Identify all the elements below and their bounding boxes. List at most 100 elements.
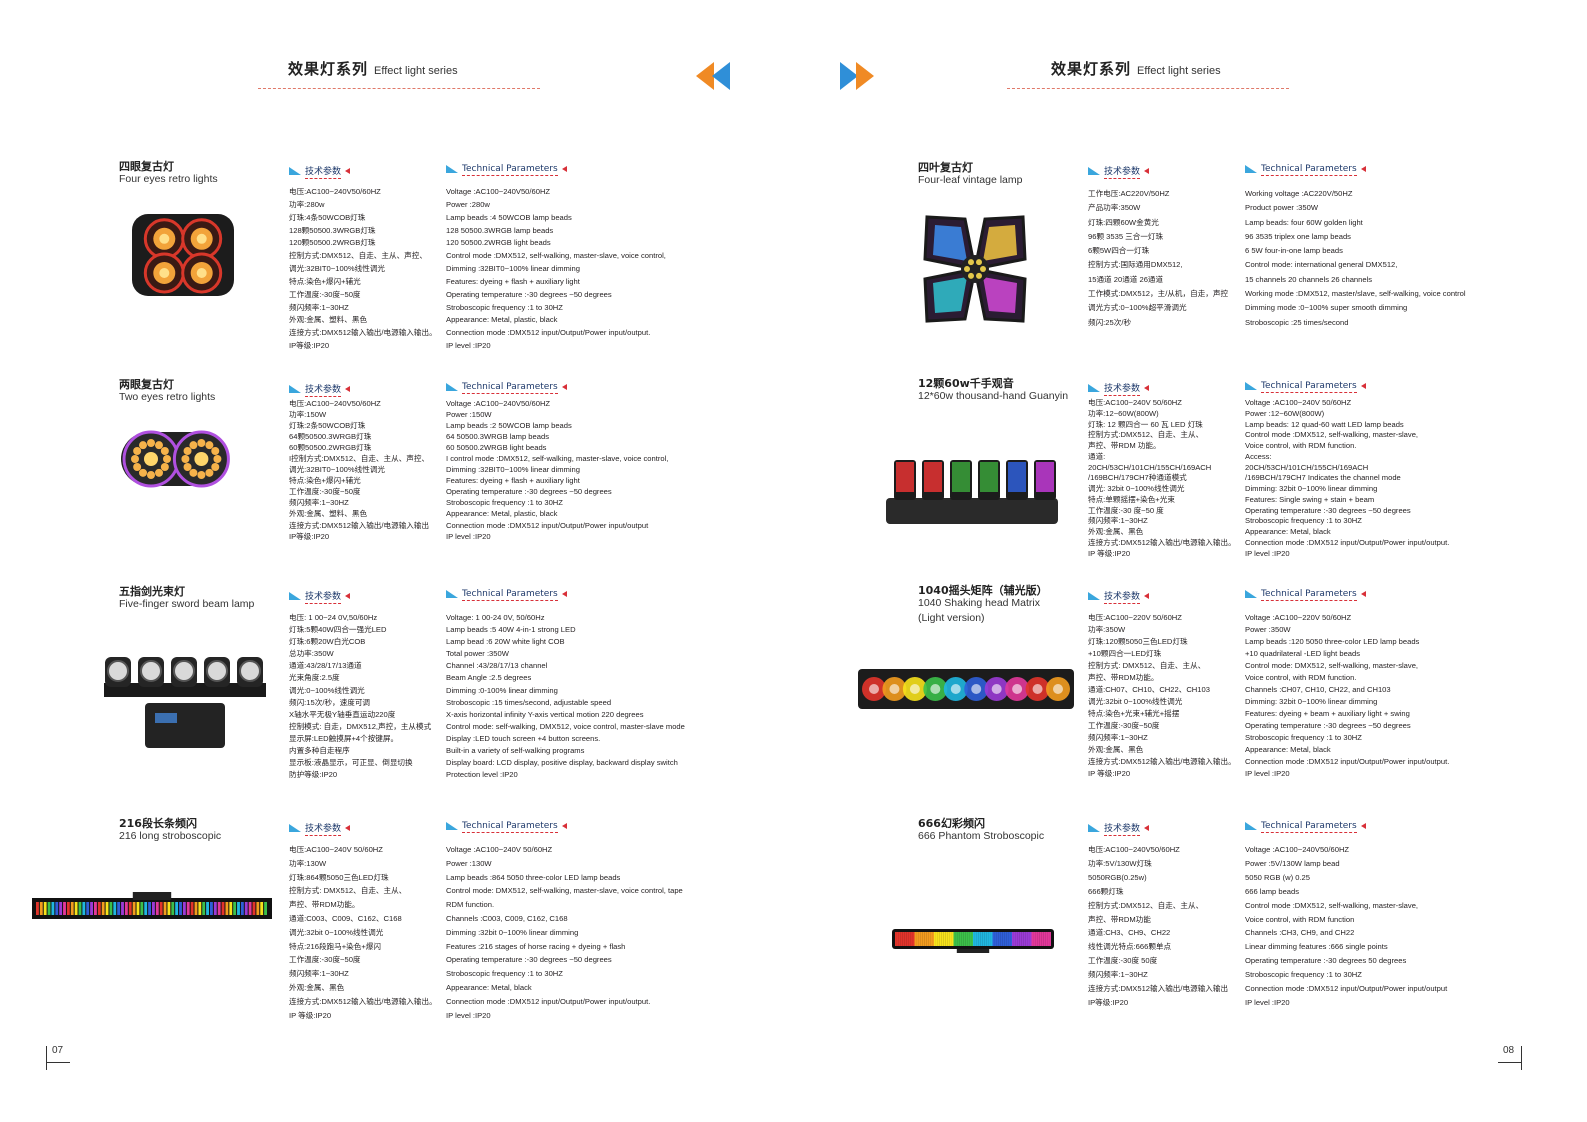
param-line: 调光:32BIT0~100%线性调光 — [289, 465, 386, 475]
param-line: +10 quadrilateral -LED light beads — [1245, 649, 1361, 658]
label-triangle-icon — [289, 166, 301, 175]
param-line: Connection mode :DMX512 input/Output/Pow… — [446, 328, 651, 338]
param-line: IP等级:IP20 — [289, 341, 330, 351]
param-line: 连接方式:DMX512输入输出/电源输入输出。 — [1088, 537, 1236, 547]
param-line: Power :5V/130W lamp bead — [1245, 858, 1340, 868]
fast-forward-double-arrow-icon[interactable] — [838, 60, 874, 92]
param-line: 工作温度:-30度 50度 — [1088, 956, 1158, 966]
param-line: 调光:32bit 0~100%线性调光 — [289, 927, 384, 937]
product-photo — [892, 925, 1054, 959]
label-text: Technical Parameters — [1261, 164, 1357, 176]
param-line: 声控、带RDM功能。 — [289, 900, 360, 910]
param-line: I control mode :DMX512, self-walking, ma… — [446, 454, 669, 464]
params-cn: 电压:AC100~240V 50/60HZ 功率:130W 灯珠:864颗5050三… — [289, 843, 437, 1022]
label-arrow-icon — [345, 385, 351, 392]
param-line: Lamp beads: 12 quad-60 watt LED lamp bea… — [1245, 419, 1404, 429]
page-number-left: 07 — [52, 1045, 64, 1056]
label-arrow-icon — [345, 592, 351, 599]
param-line: Channels :C003, C009, C162, C168 — [446, 913, 568, 923]
param-line: 控制方式: DMX512、自走、主从、 — [1088, 661, 1206, 670]
param-line: 频闪频率:1~30HZ — [289, 969, 349, 979]
param-line: 频闪频率:1~30HZ — [1088, 970, 1148, 980]
param-line: 60 50500.2WRGB light beads — [446, 443, 547, 453]
label-text: 技术参数 — [305, 167, 342, 179]
label-triangle-icon — [1245, 165, 1257, 173]
param-line: 功率:12~60W(800W) — [1088, 408, 1159, 418]
param-line: 控制方式:国际通用DMX512, — [1088, 260, 1183, 270]
label-triangle-icon — [1088, 383, 1100, 392]
tech-params-label-en: Technical Parameters — [1245, 164, 1366, 178]
param-line: 调光:0~100%线性调光 — [289, 685, 365, 695]
product-photo — [100, 645, 270, 759]
param-line: Stroboscopic :15 times/second, adjustabl… — [446, 697, 612, 707]
param-line: Voice control, with RDM function. — [1245, 673, 1357, 682]
param-line: 声控、带RDM功能。 — [1088, 673, 1159, 682]
param-line: Beam Angle :2.5 degrees — [446, 673, 532, 683]
param-line: 控制方式: DMX512、自走、主从、 — [289, 886, 407, 896]
param-line: Operating temperature :-30 degrees ~50 d… — [446, 955, 612, 965]
param-line: Power :150W — [446, 410, 492, 420]
param-line: Linear dimming features :666 single poin… — [1245, 942, 1388, 952]
params-cn: 电压:AC100~240V50/60HZ 功率:150W 灯珠:2条50WCOB灯珠… — [289, 398, 429, 542]
param-line: Voltage: 1 00-24 0V, 50/60Hz — [446, 613, 545, 622]
param-line: 工作温度:-30度~50度 — [289, 487, 361, 497]
param-line: 频闪:15次/秒，速度可调 — [289, 697, 371, 707]
param-line: 工作温度:-30 度~50 度 — [1088, 505, 1164, 515]
param-line: Features: dyeing + beam + auxiliary ligh… — [1245, 709, 1410, 718]
param-line: 防护等级:IP20 — [289, 770, 338, 780]
product-photo — [882, 450, 1062, 534]
param-line: Connection mode :DMX512 input/Output/Pow… — [1245, 537, 1450, 547]
params-en: Voltage :AC100~240V50/60HZ Power :5V/130W… — [1245, 843, 1447, 1010]
param-line: 64颗50500.3WRGB灯珠 — [289, 432, 372, 442]
tech-params-label-en: Technical Parameters — [1245, 589, 1366, 603]
param-line: 电压:AC100~240V50/60HZ — [289, 187, 381, 196]
header-title-en: Effect light series — [374, 65, 458, 77]
param-line: 特点:染色+光束+辅光+摇摆 — [1088, 709, 1180, 718]
param-line: Appearance: Metal, plastic, black — [446, 509, 558, 519]
label-triangle-icon — [1245, 382, 1257, 390]
param-line: Operating temperature :-30 degrees ~50 d… — [446, 289, 612, 299]
params-en: Voltage :AC100~240V 50/60HZ Power :130W La… — [446, 843, 683, 1022]
param-line: 频闪频率:1~30HZ — [1088, 733, 1148, 742]
label-text: 技术参数 — [1104, 592, 1141, 604]
param-line: 20CH/53CH/101CH/155CH/169ACH — [1245, 462, 1369, 472]
params-en: Voltage: 1 00-24 0V, 50/60Hz Lamp beads :… — [446, 612, 685, 781]
param-line: 功率:130W — [289, 858, 327, 868]
param-line: 调光方式:0~100%超平滑调光 — [1088, 303, 1187, 313]
param-line: 声控、带RDM 功能。 — [1088, 441, 1161, 450]
label-text: Technical Parameters — [462, 589, 558, 601]
param-line: Lamp beads :2 50WCOB lamp beads — [446, 421, 572, 431]
param-line: Working mode :DMX512, master/slave, self… — [1245, 289, 1466, 299]
param-line: Connection mode :DMX512 input/Output/Pow… — [446, 996, 651, 1006]
label-text: Technical Parameters — [1261, 381, 1357, 393]
label-arrow-icon — [561, 384, 567, 390]
param-line: 电压:AC100~240V 50/60HZ — [289, 845, 383, 854]
rewind-double-arrow-icon[interactable] — [696, 60, 732, 92]
param-line: Appearance: Metal, black — [1245, 527, 1331, 536]
param-line: 线性调光特点:666颗单点 — [1088, 942, 1172, 952]
param-line: 控制模式: 自走，DMX512,声控，主从模式 — [289, 721, 432, 731]
label-arrow-icon — [1360, 166, 1366, 172]
param-line: 连接方式:DMX512输入输出/电源输入输出。 — [289, 996, 437, 1006]
param-line: Control mode: DMX512, self-walking, mast… — [446, 886, 683, 896]
label-arrow-icon — [1360, 591, 1366, 597]
label-text: Technical Parameters — [462, 382, 558, 394]
tech-params-label-cn: 技术参数 — [1088, 589, 1150, 604]
param-line: Features: dyeing + flash + auxiliary lig… — [446, 276, 580, 286]
product-name-en: Two eyes retro lights — [119, 391, 216, 403]
params-cn: 电压:AC100~240V 50/60HZ 功率:12~60W(800W) 灯珠: … — [1088, 398, 1236, 559]
params-cn: 电压:AC100~240V50/60HZ 功率:280w 灯珠:4条50WCOB灯珠… — [289, 186, 437, 353]
header-title-en: Effect light series — [1137, 65, 1221, 77]
param-line: Channels :CH07, CH10, CH22, and CH103 — [1245, 685, 1391, 694]
param-line: 96 3535 triplex one lamp beads — [1245, 231, 1351, 241]
param-line: Control mode :DMX512, self-walking, mast… — [1245, 430, 1419, 440]
tech-params-label-cn: 技术参数 — [1088, 821, 1150, 836]
param-line: 15 channels 20 channels 26 channels — [1245, 274, 1373, 284]
product-name-en: Four-leaf vintage lamp — [918, 174, 1023, 186]
tech-params-label-cn: 技术参数 — [289, 164, 351, 179]
param-line: 连接方式:DMX512输入输出/电源输入输出 — [1088, 984, 1229, 994]
label-triangle-icon — [1245, 590, 1257, 598]
label-triangle-icon — [446, 383, 458, 391]
label-text: Technical Parameters — [462, 821, 558, 833]
param-line: Appearance: Metal, plastic, black — [446, 315, 558, 325]
